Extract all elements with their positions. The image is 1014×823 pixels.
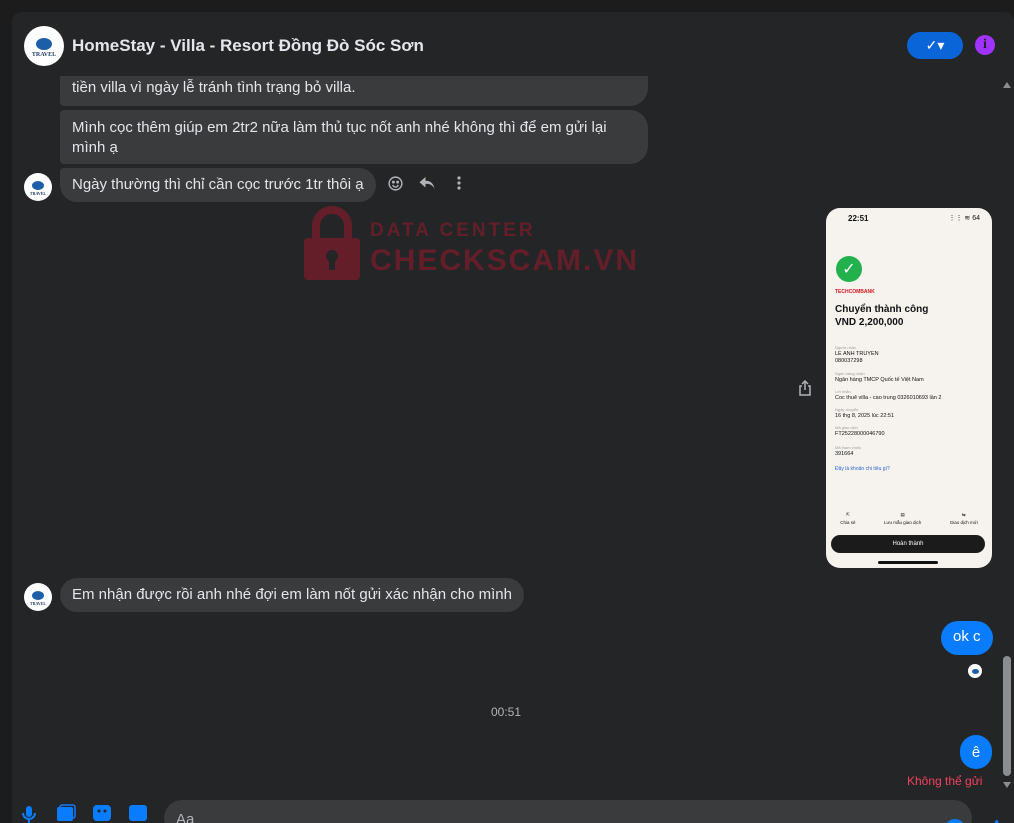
message-composer: Aa [12, 794, 1014, 823]
sender-avatar[interactable]: TRAVEL [24, 583, 52, 611]
message-bubble-incoming[interactable]: Em nhận được rồi anh nhé đợi em làm nốt … [60, 578, 524, 612]
seen-avatar [968, 664, 982, 678]
globe-icon [971, 669, 979, 674]
field-label: Người nhận [835, 345, 857, 350]
message-text: Mình cọc thêm giúp em 2tr2 nữa làm thủ t… [72, 119, 607, 156]
receipt-field: Người nhận LE ANH TRUYEN 080037298 [835, 344, 985, 365]
receipt-status-icons: ⋮⋮ ≋ 64 [948, 215, 980, 222]
message-text: ok c [953, 628, 981, 645]
field-value: LE ANH TRUYEN 080037298 [835, 351, 879, 364]
field-label: Mã giao dịch [835, 425, 858, 430]
watermark: DATA CENTER CHECKSCAM.VN [302, 206, 642, 286]
reply-icon[interactable] [416, 172, 438, 194]
field-value: 16 thg 8, 2025 lúc 22:51 [835, 413, 895, 419]
microphone-icon[interactable] [22, 804, 42, 823]
scrollbar-thumb[interactable] [1003, 656, 1011, 776]
receipt-title: Chuyển thành công [835, 304, 929, 315]
receipt-amount: VND 2,200,000 [835, 317, 904, 328]
field-value: Ngân hàng TMCP Quốc tế Việt Nam [835, 377, 924, 383]
receipt-link: Đây là khoản chi tiêu gì? [835, 466, 890, 472]
chat-header: TRAVEL HomeStay - Villa - Resort Đồng Đò… [12, 12, 1014, 76]
info-icon[interactable]: i [975, 35, 995, 55]
sticker-icon[interactable] [92, 804, 112, 823]
receipt-field: Ngày chuyển 16 thg 8, 2025 lúc 22:51 [835, 406, 985, 420]
message-text: Ngày thường thì chỉ cần cọc trước 1tr th… [72, 176, 364, 193]
message-timestamp: 00:51 [491, 705, 522, 719]
message-bubble-outgoing[interactable]: ê [960, 735, 992, 769]
field-value: Coc thuê villa - cao trung 0326010693 lầ… [835, 395, 942, 401]
receipt-action-share: ⇱ Chia sẻ [840, 512, 856, 525]
field-value: 391664 [835, 451, 854, 457]
share-icon[interactable] [798, 379, 816, 398]
lock-icon [304, 206, 360, 280]
receipt-field: Mã tham chiếu 391664 [835, 444, 985, 458]
field-label: Ngân hàng nhận [835, 371, 865, 376]
message-bubble-incoming[interactable]: Ngày thường thì chỉ cần cọc trước 1tr th… [60, 168, 376, 202]
message-input[interactable]: Aa [164, 800, 972, 823]
receipt-actions: ⇱ Chia sẻ ▤ Lưu mẫu giao dịch ⇆ Giao dịch m… [826, 512, 992, 525]
message-actions [384, 172, 470, 194]
receipt-field: Lời nhắn Coc thuê villa - cao trung 0326… [835, 388, 985, 402]
receipt-action-save: ▤ Lưu mẫu giao dịch [883, 512, 922, 525]
field-label: Mã tham chiếu [835, 445, 862, 450]
send-failed-status[interactable]: Không thể gửi [907, 774, 982, 788]
conversation-avatar[interactable]: TRAVEL [24, 26, 64, 66]
message-bubble-incoming[interactable]: Mình cọc thêm giúp em 2tr2 nữa làm thủ t… [60, 110, 648, 164]
globe-icon [32, 591, 44, 600]
gif-icon[interactable] [128, 804, 148, 823]
field-value: FT25228000046790 [835, 431, 885, 437]
message-text: tiền villa vì ngày lễ tránh tình trạng b… [72, 79, 356, 96]
message-text: Em nhận được rồi anh nhé đợi em làm nốt … [72, 586, 512, 603]
bank-logo: TECHCOMBANK [835, 289, 875, 295]
receipt-done-button: Hoàn thành [831, 535, 985, 553]
message-text: ê [971, 743, 981, 761]
sender-avatar[interactable]: TRAVEL [24, 173, 52, 201]
avatar-brand: TRAVEL [31, 52, 57, 58]
chat-window: tiền villa vì ngày lễ tránh tình trạng b… [12, 12, 1014, 823]
globe-icon [36, 38, 52, 50]
receipt-action-new: ⇆ Giao dịch mới [949, 512, 978, 525]
field-label: Lời nhắn [835, 389, 851, 394]
home-indicator [878, 561, 938, 564]
scroll-up-arrow-icon[interactable] [1003, 82, 1011, 88]
conversation-title[interactable]: HomeStay - Villa - Resort Đồng Đò Sóc Sơ… [72, 36, 424, 56]
like-thumb-icon[interactable] [984, 818, 1006, 823]
globe-icon [32, 181, 44, 190]
photo-gallery-icon[interactable] [56, 804, 76, 823]
more-options-icon[interactable] [448, 172, 470, 194]
react-emoji-icon[interactable] [384, 172, 406, 194]
receipt-field: Ngân hàng nhận Ngân hàng TMCP Quốc tế Vi… [835, 370, 985, 384]
scrollbar[interactable] [1000, 76, 1014, 792]
avatar-brand: TRAVEL [29, 191, 47, 196]
scroll-down-arrow-icon[interactable] [1003, 782, 1011, 788]
watermark-line1: DATA CENTER [370, 220, 536, 241]
field-label: Ngày chuyển [835, 407, 859, 412]
receipt-field: Mã giao dịch FT25228000046790 [835, 424, 985, 438]
transfer-receipt-image[interactable]: 22:51 ⋮⋮ ≋ 64 ✓ TECHCOMBANK Chuyển thành… [826, 208, 992, 568]
verify-dropdown-button[interactable]: ✓▾ [907, 32, 963, 59]
message-bubble-outgoing[interactable]: ok c [941, 621, 993, 655]
success-check-icon: ✓ [836, 256, 862, 282]
watermark-line2: CHECKSCAM.VN [370, 244, 640, 277]
avatar-brand: TRAVEL [29, 601, 47, 606]
